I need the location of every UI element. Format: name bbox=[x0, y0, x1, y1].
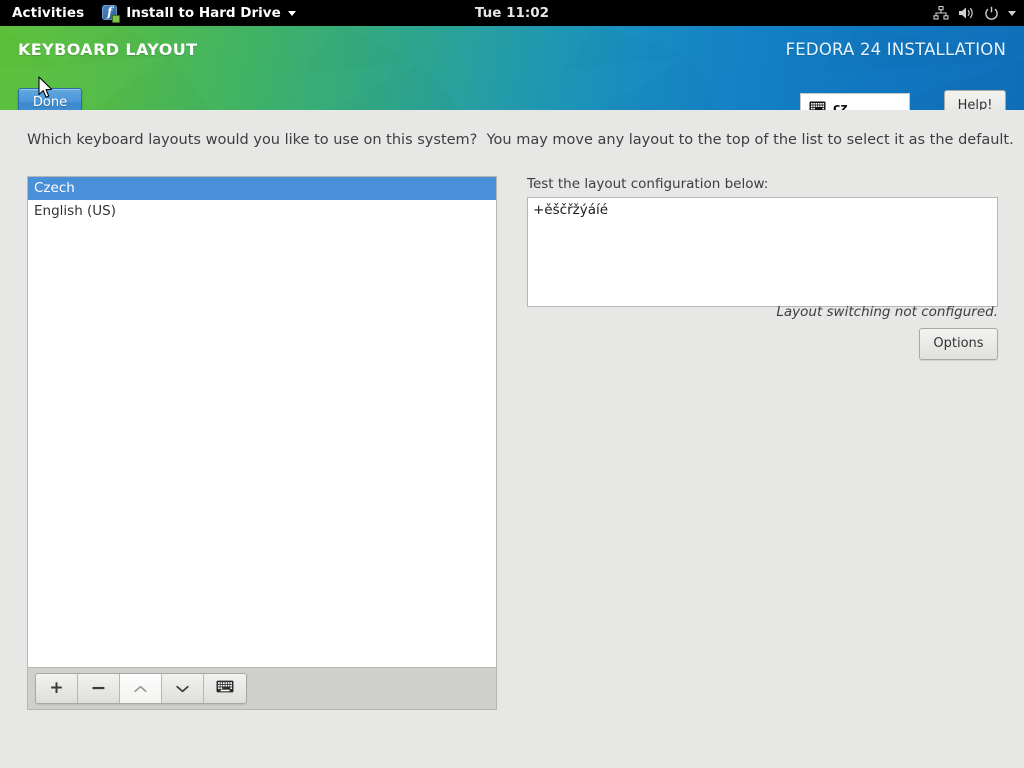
fedora-logo-icon: f bbox=[102, 4, 121, 23]
keyboard-icon bbox=[809, 101, 826, 110]
system-tray bbox=[933, 0, 1016, 26]
chevron-down-icon bbox=[176, 685, 189, 693]
product-label: FEDORA 24 INSTALLATION bbox=[785, 40, 1006, 59]
page-title: KEYBOARD LAYOUT bbox=[18, 40, 198, 59]
list-item[interactable]: English (US) bbox=[28, 200, 496, 223]
gnome-top-bar: Activities f Install to Hard Drive Tue 1… bbox=[0, 0, 1024, 26]
chevron-down-icon bbox=[287, 10, 296, 16]
keyboard-icon bbox=[216, 680, 234, 697]
options-button[interactable]: Options bbox=[919, 328, 998, 360]
test-input[interactable]: +ěščřžýáíé bbox=[527, 197, 998, 307]
keyboard-layout-code: cz bbox=[833, 99, 848, 111]
instruction-text: Which keyboard layouts would you like to… bbox=[27, 132, 1014, 148]
list-item[interactable]: Czech bbox=[28, 177, 496, 200]
layout-switching-note: Layout switching not configured. bbox=[776, 304, 998, 320]
preview-keyboard-button[interactable] bbox=[204, 674, 246, 703]
main-content: Which keyboard layouts would you like to… bbox=[0, 110, 1024, 768]
keyboard-layout-indicator[interactable]: cz bbox=[800, 93, 910, 110]
move-layout-up-button[interactable] bbox=[120, 674, 162, 703]
keyboard-layout-list[interactable]: Czech English (US) bbox=[27, 176, 497, 668]
minus-icon: − bbox=[90, 677, 107, 699]
plus-icon: + bbox=[49, 678, 64, 698]
activities-button[interactable]: Activities bbox=[0, 0, 94, 26]
volume-icon[interactable] bbox=[958, 0, 975, 26]
chevron-down-icon[interactable] bbox=[1008, 10, 1016, 16]
help-button[interactable]: Help! bbox=[944, 90, 1006, 110]
app-menu-label: Install to Hard Drive bbox=[126, 5, 281, 21]
layout-list-toolbar-strip: + − bbox=[27, 668, 497, 710]
remove-layout-button[interactable]: − bbox=[78, 674, 120, 703]
app-menu-install-to-hard-drive[interactable]: f Install to Hard Drive bbox=[94, 0, 304, 26]
move-layout-down-button[interactable] bbox=[162, 674, 204, 703]
done-button[interactable]: Done bbox=[18, 88, 82, 110]
layout-list-toolbar: + − bbox=[35, 673, 247, 704]
power-icon[interactable] bbox=[984, 0, 999, 26]
installer-header: KEYBOARD LAYOUT FEDORA 24 INSTALLATION D… bbox=[0, 26, 1024, 110]
network-icon[interactable] bbox=[933, 0, 949, 26]
test-area-label: Test the layout configuration below: bbox=[527, 176, 769, 192]
chevron-up-icon bbox=[134, 685, 147, 693]
add-layout-button[interactable]: + bbox=[36, 674, 78, 703]
